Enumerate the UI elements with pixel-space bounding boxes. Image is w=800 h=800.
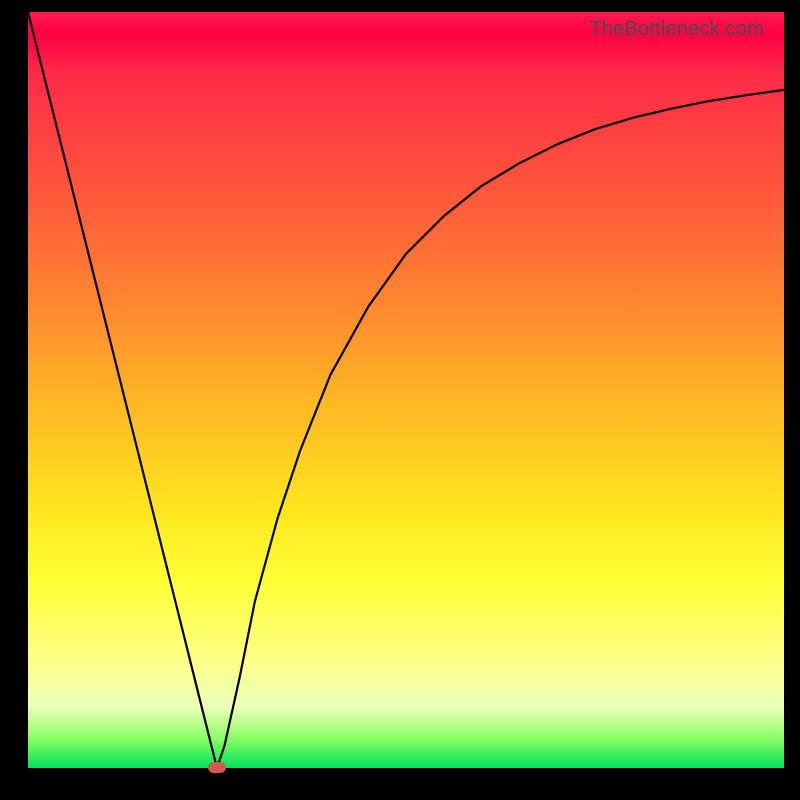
- chart-frame: TheBottleneck.com: [0, 0, 800, 800]
- bottleneck-curve: [28, 12, 784, 768]
- plot-area: TheBottleneck.com: [28, 12, 784, 768]
- minimum-marker: [208, 762, 226, 773]
